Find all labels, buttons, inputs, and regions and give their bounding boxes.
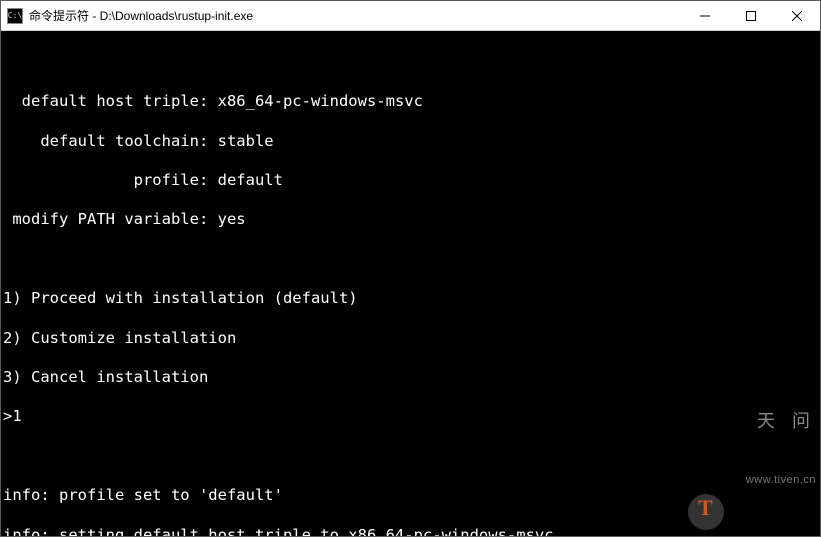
config-toolchain-label: default toolchain: — [3, 132, 218, 150]
user-input: >1 — [3, 407, 818, 427]
close-button[interactable] — [774, 1, 820, 31]
config-toolchain: default toolchain: stable — [3, 132, 818, 152]
config-host: default host triple: x86_64-pc-windows-m… — [3, 92, 818, 112]
cmd-icon: C:\ — [7, 8, 23, 24]
config-profile-value: default — [218, 171, 283, 189]
window-frame: C:\ 命令提示符 - D:\Downloads\rustup-init.exe… — [0, 0, 821, 537]
config-path-label: modify PATH variable: — [3, 210, 218, 228]
terminal-output[interactable]: default host triple: x86_64-pc-windows-m… — [1, 31, 820, 536]
window-title: 命令提示符 - D:\Downloads\rustup-init.exe — [29, 7, 253, 24]
option-3: 3) Cancel installation — [3, 368, 818, 388]
config-profile: profile: default — [3, 171, 818, 191]
blank-line — [3, 447, 818, 467]
config-host-label: default host triple: — [3, 92, 218, 110]
config-path-value: yes — [218, 210, 246, 228]
maximize-icon — [746, 11, 756, 21]
minimize-button[interactable] — [682, 1, 728, 31]
config-path: modify PATH variable: yes — [3, 210, 818, 230]
minimize-icon — [700, 11, 710, 21]
config-host-value: x86_64-pc-windows-msvc — [218, 92, 423, 110]
blank-line — [3, 53, 818, 73]
maximize-button[interactable] — [728, 1, 774, 31]
titlebar: C:\ 命令提示符 - D:\Downloads\rustup-init.exe — [1, 1, 820, 31]
option-1: 1) Proceed with installation (default) — [3, 289, 818, 309]
info-profile: info: profile set to 'default' — [3, 486, 818, 506]
cmd-icon-text: C:\ — [8, 12, 22, 20]
blank-line — [3, 250, 818, 270]
option-2: 2) Customize installation — [3, 329, 818, 349]
config-profile-label: profile: — [3, 171, 218, 189]
config-toolchain-value: stable — [218, 132, 274, 150]
close-icon — [792, 11, 802, 21]
info-host: info: setting default host triple to x86… — [3, 526, 818, 536]
